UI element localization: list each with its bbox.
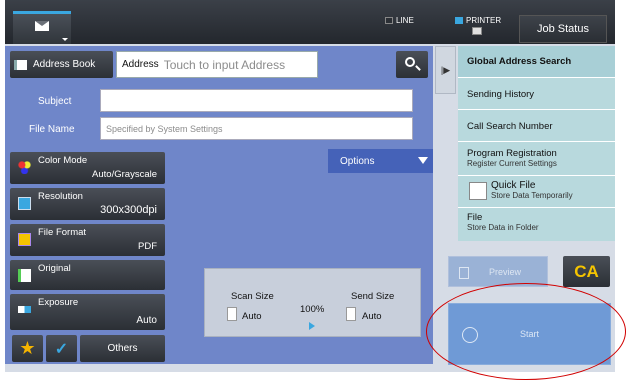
scan-send-size-box: Scan Size Auto 100% Send Size Auto [204,268,421,337]
job-status-button[interactable]: Job Status [519,15,607,43]
clear-all-button[interactable]: CA [563,256,610,287]
scanner-send-screen: LINE PRINTER Job Status Address Book Add… [5,0,615,372]
original-icon [18,269,31,282]
collapse-panel-button[interactable]: |▶ [435,46,456,94]
file-format-icon [18,233,31,246]
sending-history-item[interactable]: Sending History [458,79,615,110]
favorites-button[interactable]: ★ [12,335,43,362]
chevron-down-icon [418,157,428,164]
start-button[interactable]: Start [448,303,611,365]
address-input[interactable]: Address Touch to input Address [116,51,318,78]
scan-size-value: Auto [242,311,262,322]
envelope-icon [35,21,49,31]
line-indicator: LINE [385,16,414,25]
others-button[interactable]: Others [80,335,165,362]
file-format-button[interactable]: File Format PDF [10,224,165,256]
check-settings-button[interactable]: ✓ [46,335,77,362]
address-search-button[interactable] [396,51,428,78]
program-registration-item[interactable]: Program Registration Register Current Se… [458,143,615,176]
subject-label: Subject [38,96,72,107]
global-address-search-item[interactable]: Global Address Search [458,46,615,78]
ratio-value: 100% [300,304,325,315]
scan-size-document-icon [227,307,237,321]
play-icon: |▶ [440,64,451,75]
address-book-icon [14,59,27,70]
color-mode-button[interactable]: Color Mode Auto/Grayscale [10,152,165,184]
exposure-icon [18,306,31,313]
quick-file-checkbox[interactable] [469,182,487,200]
dropdown-arrow-icon [62,38,68,41]
printer-indicator: PRINTER [455,16,501,25]
send-size-document-icon [346,307,356,321]
address-book-button[interactable]: Address Book [10,51,113,78]
resolution-icon [18,197,31,210]
file-item[interactable]: File Store Data in Folder [458,209,615,241]
subject-input[interactable] [100,89,413,112]
original-button[interactable]: Original [10,260,165,290]
file-name-label: File Name [29,124,75,135]
call-search-number-item[interactable]: Call Search Number [458,111,615,142]
printer-icon [472,27,482,35]
start-icon [462,327,478,343]
checkmark-icon: ✓ [54,340,69,358]
preview-icon [459,267,469,279]
send-size-value: Auto [362,311,382,322]
line-status-icon [385,17,393,24]
search-icon [405,57,415,67]
resolution-button[interactable]: Resolution 300x300dpi [10,188,165,220]
printer-status-icon [455,17,463,24]
options-dropdown[interactable]: Options [328,149,433,173]
arrow-right-icon [309,322,315,330]
preview-button[interactable]: Preview [448,256,548,287]
color-mode-icon [18,161,31,174]
send-size-label: Send Size [351,291,395,302]
quick-file-item[interactable]: Quick File Store Data Temporarily [458,177,615,208]
email-mode-tab[interactable] [13,11,71,44]
scan-size-label: Scan Size [231,291,274,302]
star-icon: ★ [19,338,36,358]
top-bar: LINE PRINTER Job Status [5,0,615,44]
exposure-button[interactable]: Exposure Auto [10,294,165,330]
file-name-input[interactable]: Specified by System Settings [100,117,413,140]
